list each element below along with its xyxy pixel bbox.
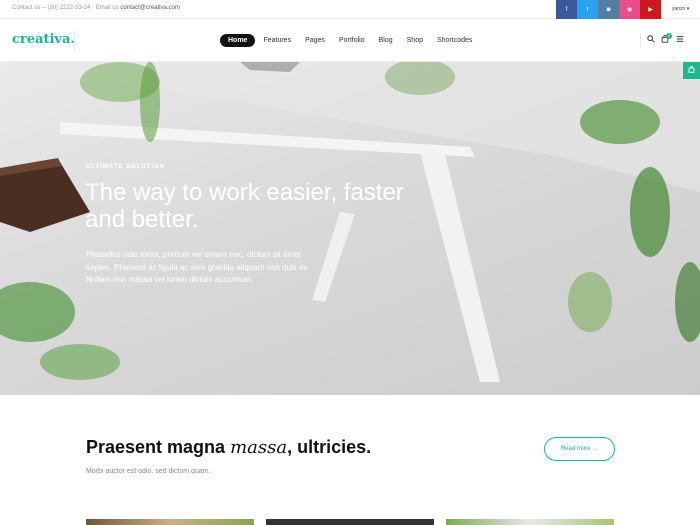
nav-item-portfolio[interactable]: Portfolio — [333, 34, 371, 47]
instagram-icon[interactable]: ◙ — [598, 0, 619, 19]
user-dropdown[interactable]: yanzo ▾ — [672, 6, 689, 12]
read-more-button[interactable]: Read more → — [544, 437, 615, 461]
portfolio-thumbnail[interactable] — [266, 519, 434, 525]
hero-description: Phasellus odio tortor, pretium vel ornar… — [86, 250, 310, 284]
nav-item-home[interactable]: Home — [220, 34, 256, 47]
portfolio-thumbnail[interactable] — [86, 519, 254, 525]
main-nav: Home Features Pages Portfolio Blog Shop … — [220, 34, 480, 47]
header-divider — [640, 33, 641, 47]
logo[interactable]: creativa. — [12, 32, 75, 47]
hero-title: The way to work easier, faster and bette… — [85, 179, 404, 233]
cart-count-badge: 0 — [666, 33, 672, 39]
cart-tab-icon — [688, 65, 695, 75]
section-title: Praesent magna massa, ultricies. — [86, 437, 372, 458]
nav-item-shop[interactable]: Shop — [401, 34, 429, 47]
twitter-icon[interactable]: t — [577, 0, 598, 19]
nav-item-blog[interactable]: Blog — [373, 34, 399, 47]
contact-email-link[interactable]: contact@creativa.com — [120, 5, 179, 11]
hero-eyebrow: ULTIMATE SOLUTION — [86, 164, 166, 170]
side-cart-tab[interactable] — [683, 62, 700, 79]
contact-phone-text: Contact us – (30) 2222-33-24 · Email us — [12, 5, 119, 11]
facebook-icon[interactable]: f — [556, 0, 577, 19]
section-subtitle: Morbi auctor est odio, sed dictum quam. — [86, 468, 211, 475]
youtube-icon[interactable]: ▶ — [640, 0, 661, 19]
portfolio-thumbnail[interactable] — [446, 519, 614, 525]
menu-icon[interactable] — [676, 35, 684, 45]
dribbble-icon[interactable]: ◉ — [619, 0, 640, 19]
main-header: creativa. Home Features Pages Portfolio … — [0, 19, 700, 62]
topbar-contact: Contact us – (30) 2222-33-24 · Email us … — [12, 5, 180, 11]
nav-item-shortcodes[interactable]: Shortcodes — [431, 34, 478, 47]
nav-item-features[interactable]: Features — [257, 34, 297, 47]
search-icon[interactable] — [647, 35, 655, 45]
hero-banner: ULTIMATE SOLUTION The way to work easier… — [0, 62, 700, 395]
topbar: Contact us – (30) 2222-33-24 · Email us … — [0, 0, 700, 19]
nav-item-pages[interactable]: Pages — [299, 34, 331, 47]
logo-divider — [74, 31, 75, 51]
